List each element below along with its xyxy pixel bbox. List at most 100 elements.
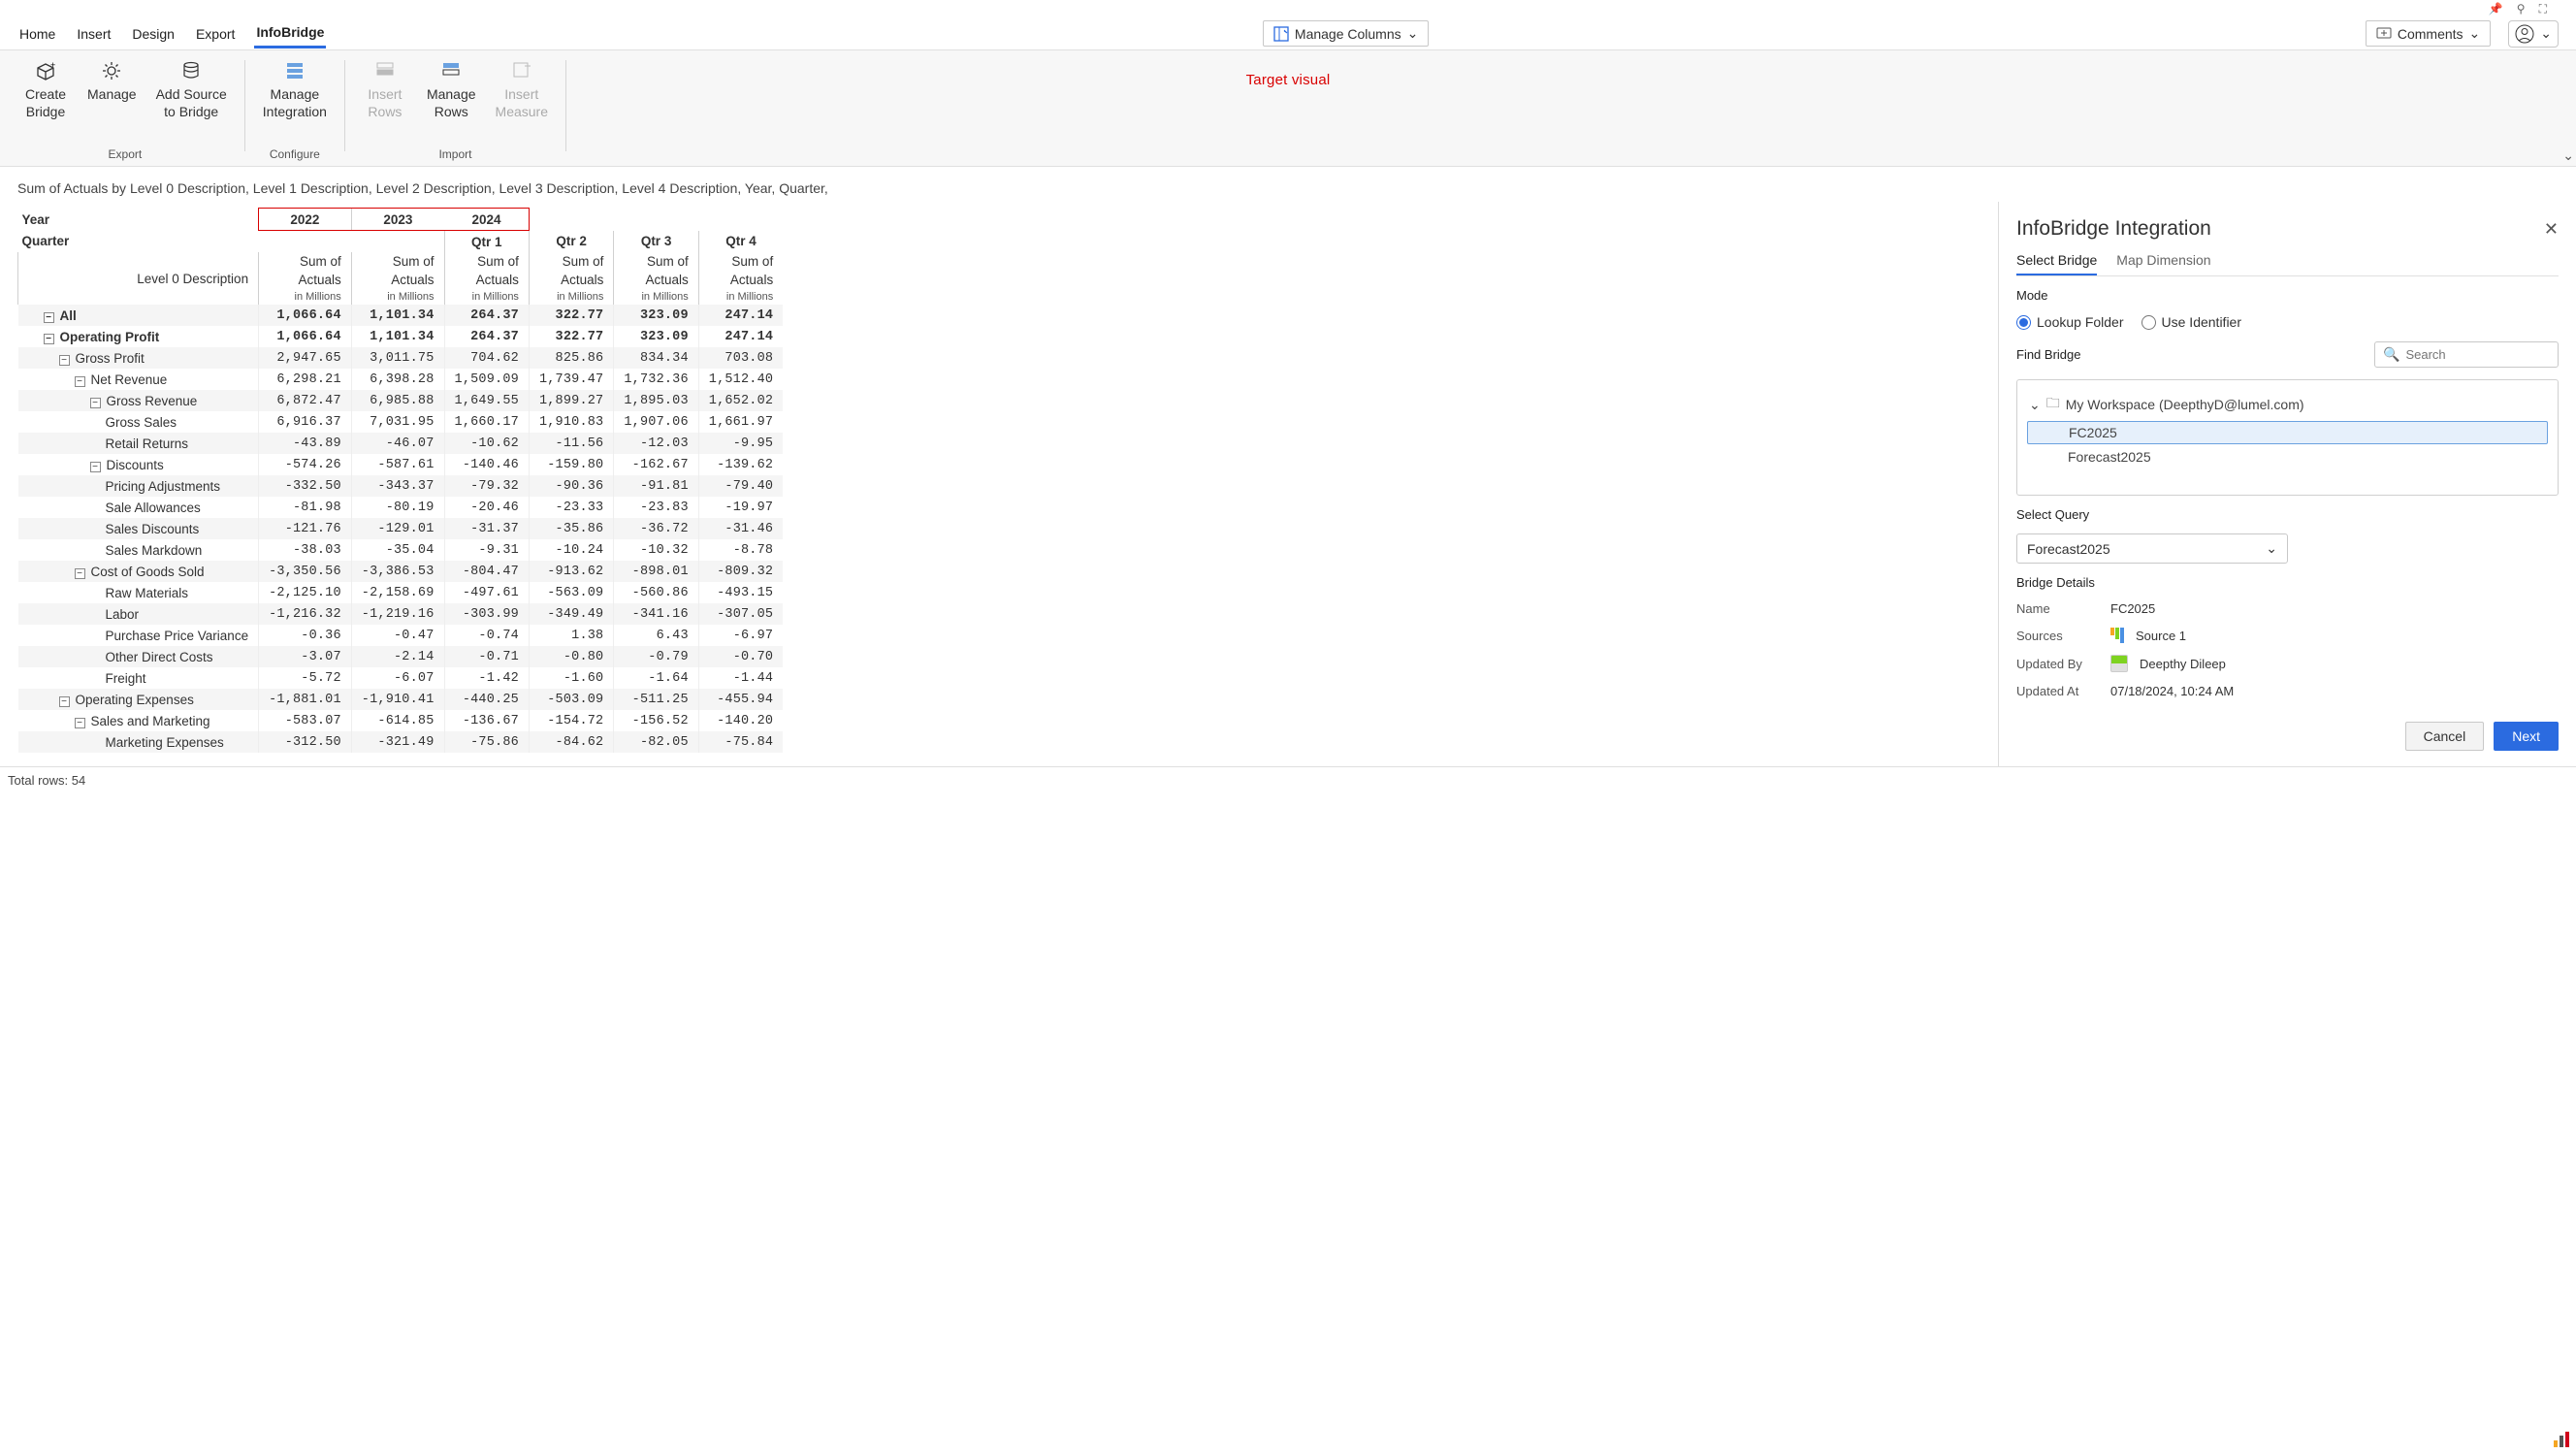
tree-item-forecast2025[interactable]: Forecast2025 — [2027, 446, 2548, 468]
cell-value[interactable]: 1,649.55 — [444, 390, 529, 411]
cell-value[interactable]: 323.09 — [614, 305, 698, 326]
cell-value[interactable]: -493.15 — [698, 582, 783, 603]
cell-value[interactable]: -574.26 — [259, 454, 352, 475]
cell-value[interactable]: -75.86 — [444, 731, 529, 753]
cell-value[interactable]: 6,872.47 — [259, 390, 352, 411]
cell-value[interactable]: -560.86 — [614, 582, 698, 603]
cell-value[interactable]: -343.37 — [351, 475, 444, 497]
cell-value[interactable]: -0.79 — [614, 646, 698, 667]
cell-value[interactable]: 322.77 — [529, 326, 613, 347]
create-bridge-button[interactable]: + Create Bridge — [17, 56, 74, 124]
col-q4[interactable]: Qtr 4 — [698, 231, 783, 253]
cell-value[interactable]: -2,125.10 — [259, 582, 352, 603]
cell-value[interactable]: -1,216.32 — [259, 603, 352, 625]
table-row[interactable]: −Operating Expenses-1,881.01-1,910.41-44… — [18, 689, 784, 710]
row-label[interactable]: Raw Materials — [18, 582, 259, 603]
cell-value[interactable]: 322.77 — [529, 305, 613, 326]
tab-home[interactable]: Home — [17, 20, 57, 48]
table-row[interactable]: −Discounts-574.26-587.61-140.46-159.80-1… — [18, 454, 784, 475]
tab-insert[interactable]: Insert — [75, 20, 113, 48]
cell-value[interactable]: 703.08 — [698, 347, 783, 369]
row-label[interactable]: −Sales and Marketing — [18, 710, 259, 731]
cell-value[interactable]: 704.62 — [444, 347, 529, 369]
cell-value[interactable]: 1,512.40 — [698, 369, 783, 390]
table-row[interactable]: Sale Allowances-81.98-80.19-20.46-23.33-… — [18, 497, 784, 518]
cell-value[interactable]: 834.34 — [614, 347, 698, 369]
table-row[interactable]: Retail Returns-43.89-46.07-10.62-11.56-1… — [18, 433, 784, 454]
expand-icon[interactable]: ⛶ — [2539, 2, 2547, 16]
cell-value[interactable]: -913.62 — [529, 561, 613, 582]
user-menu-button[interactable]: ⌄ — [2508, 20, 2559, 48]
cell-value[interactable]: -38.03 — [259, 539, 352, 561]
table-row[interactable]: −Cost of Goods Sold-3,350.56-3,386.53-80… — [18, 561, 784, 582]
cell-value[interactable]: -3,386.53 — [351, 561, 444, 582]
cell-value[interactable]: 6,398.28 — [351, 369, 444, 390]
cell-value[interactable]: -1,910.41 — [351, 689, 444, 710]
cell-value[interactable]: -341.16 — [614, 603, 698, 625]
cell-value[interactable]: -321.49 — [351, 731, 444, 753]
col-year-2022[interactable]: 2022 — [259, 209, 352, 231]
table-row[interactable]: −Operating Profit1,066.641,101.34264.373… — [18, 326, 784, 347]
cell-value[interactable]: -455.94 — [698, 689, 783, 710]
cell-value[interactable]: -20.46 — [444, 497, 529, 518]
cell-value[interactable]: 825.86 — [529, 347, 613, 369]
cell-value[interactable]: -440.25 — [444, 689, 529, 710]
table-row[interactable]: Freight-5.72-6.07-1.42-1.60-1.64-1.44 — [18, 667, 784, 689]
table-row[interactable]: Purchase Price Variance-0.36-0.47-0.741.… — [18, 625, 784, 646]
cell-value[interactable]: -6.07 — [351, 667, 444, 689]
manage-integration-button[interactable]: Manage Integration — [257, 56, 333, 124]
cell-value[interactable]: -3.07 — [259, 646, 352, 667]
cell-value[interactable]: 1,899.27 — [529, 390, 613, 411]
cell-value[interactable]: -1.44 — [698, 667, 783, 689]
cell-value[interactable]: -5.72 — [259, 667, 352, 689]
cell-value[interactable]: -129.01 — [351, 518, 444, 539]
cell-value[interactable]: -43.89 — [259, 433, 352, 454]
row-label[interactable]: −Cost of Goods Sold — [18, 561, 259, 582]
cell-value[interactable]: -9.95 — [698, 433, 783, 454]
cell-value[interactable]: -90.36 — [529, 475, 613, 497]
tab-select-bridge[interactable]: Select Bridge — [2016, 252, 2097, 275]
cell-value[interactable]: -1.42 — [444, 667, 529, 689]
cell-value[interactable]: 247.14 — [698, 326, 783, 347]
cell-value[interactable]: -1,881.01 — [259, 689, 352, 710]
cell-value[interactable]: 2,947.65 — [259, 347, 352, 369]
cell-value[interactable]: -2,158.69 — [351, 582, 444, 603]
cell-value[interactable]: 1,652.02 — [698, 390, 783, 411]
cell-value[interactable]: 1,739.47 — [529, 369, 613, 390]
cell-value[interactable]: 7,031.95 — [351, 411, 444, 433]
row-label[interactable]: −Discounts — [18, 454, 259, 475]
collapse-icon[interactable]: − — [44, 312, 54, 323]
cell-value[interactable]: -79.40 — [698, 475, 783, 497]
table-row[interactable]: Sales Markdown-38.03-35.04-9.31-10.24-10… — [18, 539, 784, 561]
cell-value[interactable]: -898.01 — [614, 561, 698, 582]
cell-value[interactable]: 1,732.36 — [614, 369, 698, 390]
cell-value[interactable]: 1,066.64 — [259, 305, 352, 326]
cell-value[interactable]: -6.97 — [698, 625, 783, 646]
cell-value[interactable]: -140.20 — [698, 710, 783, 731]
cell-value[interactable]: -332.50 — [259, 475, 352, 497]
col-year-2023[interactable]: 2023 — [351, 209, 444, 231]
next-button[interactable]: Next — [2494, 722, 2559, 751]
col-q1[interactable]: Qtr 1 — [444, 231, 529, 253]
collapse-icon[interactable]: − — [75, 718, 85, 728]
col-q2[interactable]: Qtr 2 — [529, 231, 613, 253]
cell-value[interactable]: -84.62 — [529, 731, 613, 753]
cell-value[interactable]: -140.46 — [444, 454, 529, 475]
cell-value[interactable]: -162.67 — [614, 454, 698, 475]
tree-item-fc2025[interactable]: FC2025 — [2027, 421, 2548, 444]
col-year-2024[interactable]: 2024 — [444, 209, 529, 231]
cell-value[interactable]: -0.70 — [698, 646, 783, 667]
cell-value[interactable]: 1,101.34 — [351, 305, 444, 326]
cell-value[interactable]: -10.62 — [444, 433, 529, 454]
row-label[interactable]: Freight — [18, 667, 259, 689]
tree-workspace-row[interactable]: ⌄ 🗀 My Workspace (DeepthyD@lumel.com) — [2027, 390, 2548, 419]
cell-value[interactable]: -804.47 — [444, 561, 529, 582]
row-label[interactable]: Marketing Expenses — [18, 731, 259, 753]
col-q3[interactable]: Qtr 3 — [614, 231, 698, 253]
cell-value[interactable]: -2.14 — [351, 646, 444, 667]
collapse-icon[interactable]: − — [59, 355, 70, 366]
table-row[interactable]: Pricing Adjustments-332.50-343.37-79.32-… — [18, 475, 784, 497]
select-query-dropdown[interactable]: Forecast2025 ⌄ — [2016, 533, 2288, 564]
row-label[interactable]: −Operating Expenses — [18, 689, 259, 710]
cell-value[interactable]: -587.61 — [351, 454, 444, 475]
